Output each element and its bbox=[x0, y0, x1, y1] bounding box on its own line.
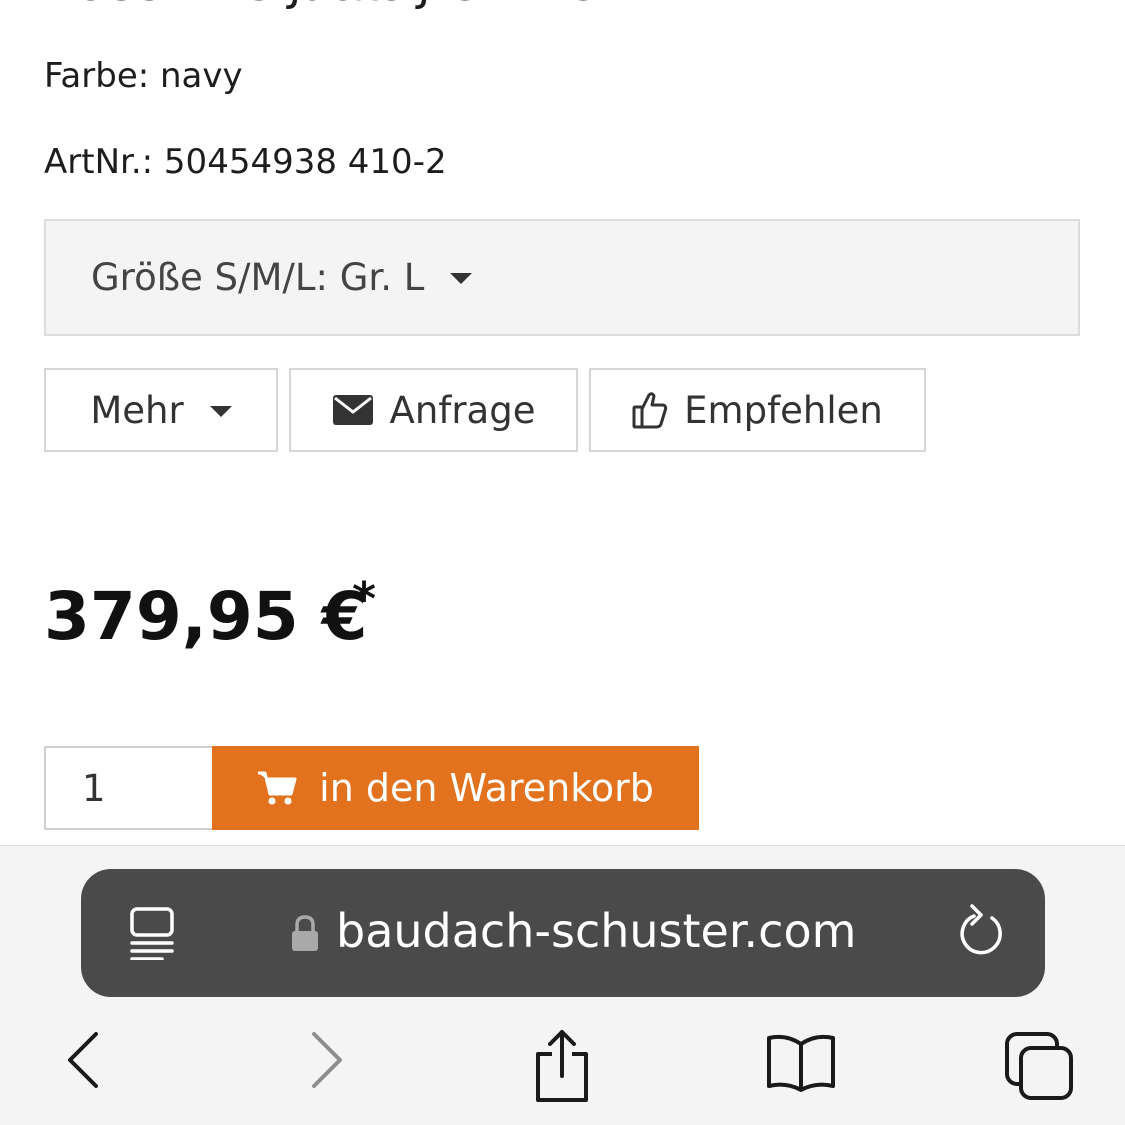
add-to-cart-button[interactable]: in den Warenkorb bbox=[212, 746, 699, 830]
bookmarks-icon[interactable] bbox=[764, 1030, 838, 1096]
more-button[interactable]: Mehr bbox=[44, 368, 278, 452]
reload-icon[interactable] bbox=[955, 904, 1007, 964]
add-to-cart-label: in den Warenkorb bbox=[319, 766, 654, 810]
url-text[interactable]: baudach-schuster.com bbox=[336, 904, 856, 958]
cart-icon bbox=[257, 770, 297, 806]
caret-down-icon bbox=[450, 273, 473, 284]
recommend-button-label: Empfehlen bbox=[684, 388, 883, 432]
product-color: Farbe: navy bbox=[44, 56, 243, 96]
recommend-button[interactable]: Empfehlen bbox=[589, 368, 926, 452]
size-select-label: Größe S/M/L: Gr. L bbox=[91, 256, 425, 299]
price: 379,95 € bbox=[44, 578, 368, 655]
thumbs-up-icon bbox=[632, 391, 668, 429]
tabs-icon[interactable] bbox=[1003, 1030, 1075, 1106]
product-title: BOSS HBG Jacke J-GRIP Gr. L bbox=[44, 0, 665, 11]
quantity-input[interactable] bbox=[44, 746, 214, 830]
forward-icon[interactable] bbox=[308, 1030, 348, 1094]
size-select[interactable]: Größe S/M/L: Gr. L bbox=[44, 219, 1080, 336]
page: BOSS HBG Jacke J-GRIP Gr. L Farbe: navy … bbox=[0, 0, 1125, 1125]
price-footnote-marker: * bbox=[352, 572, 377, 626]
envelope-icon bbox=[332, 394, 374, 426]
lock-icon bbox=[290, 915, 320, 957]
inquiry-button[interactable]: Anfrage bbox=[289, 368, 578, 452]
product-article-number: ArtNr.: 50454938 410-2 bbox=[44, 142, 447, 182]
back-icon[interactable] bbox=[62, 1030, 102, 1094]
caret-down-icon bbox=[209, 405, 232, 417]
reader-icon[interactable] bbox=[128, 906, 176, 964]
inquiry-button-label: Anfrage bbox=[389, 388, 536, 432]
share-icon[interactable] bbox=[530, 1026, 594, 1110]
more-button-label: Mehr bbox=[90, 388, 184, 432]
